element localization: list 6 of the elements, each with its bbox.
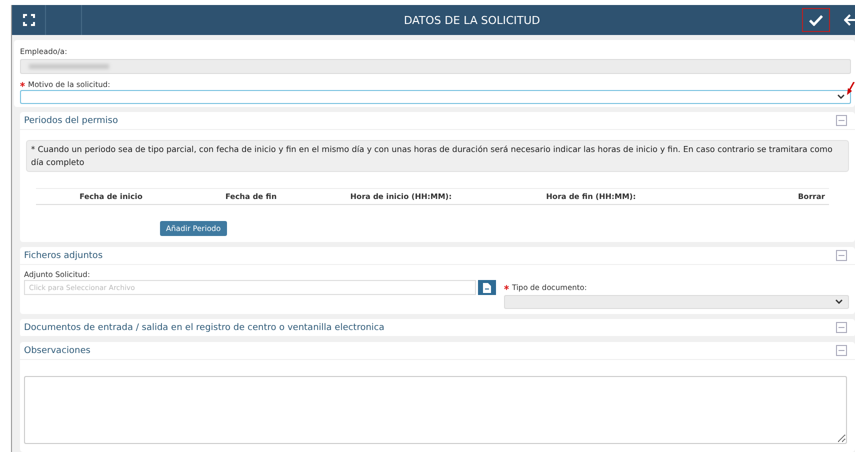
section-title: Documentos de entrada / salida en el registro de centro o ventanilla electronica [24,322,384,332]
section-title: Ficheros adjuntos [24,250,103,260]
info-note: * Cuando un periodo sea de tipo parcial, con fecha de inicio y fin en el mismo día y con unas horas de duración será necesario indicar las horas de inicio y fin. En caso contrario se tramitara como día completo [26,140,849,172]
window-title: DATOS DE LA SOLICITUD [402,14,542,26]
section-title: Observaciones [24,346,90,356]
section-title: Periodos del permiso [24,116,118,126]
